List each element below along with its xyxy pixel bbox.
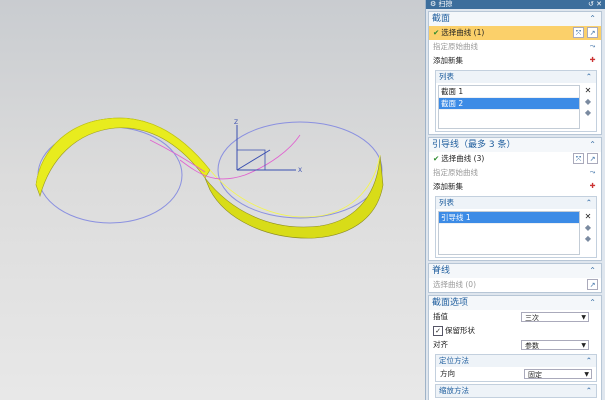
orientation-panel: 定位方法 ⌃ 方向 固定 ▼ xyxy=(435,354,597,382)
alignment-select[interactable]: 参数 ▼ xyxy=(521,340,589,350)
collapse-chevron-icon[interactable]: ⌃ xyxy=(589,138,596,152)
direction-row: 方向 固定 ▼ xyxy=(436,367,596,381)
move-up-icon[interactable]: ◆ xyxy=(582,96,594,107)
move-down-icon[interactable]: ◆ xyxy=(582,233,594,244)
select-curve-icon[interactable]: ↗ xyxy=(587,279,598,290)
section-select-curve-row[interactable]: ✔ 选择曲线 (1) ⤧ ↗ xyxy=(429,26,601,40)
guides-select-curve-label: 选择曲线 (3) xyxy=(441,154,485,163)
check-icon: ✔ xyxy=(433,154,440,163)
model-view: Z X xyxy=(35,117,384,239)
settings-icon[interactable]: ⚙ xyxy=(430,0,436,8)
section-add-new-set-row[interactable]: 添加新集 ✚ xyxy=(429,54,601,68)
sweep-dialog: ⚙ 扫掠 ↺ ✕ 截面 ⌃ ✔ 选择曲线 (1) ⤧ ↗ 指定原始曲线 ⤳ 添加新集… xyxy=(425,0,605,400)
interpolation-select[interactable]: 三次 ▼ xyxy=(521,312,589,322)
select-curve-icon[interactable]: ↗ xyxy=(587,153,598,164)
spine-select-curve-row[interactable]: 选择曲线 (0) ↗ xyxy=(429,278,601,292)
guides-specify-origin-label: 指定原始曲线 xyxy=(433,168,478,177)
section-listbox[interactable]: 截面 1 截面 2 xyxy=(438,85,580,129)
list-item[interactable]: 截面 2 xyxy=(439,98,579,110)
guides-list-label: 列表 xyxy=(439,198,454,207)
collapse-chevron-icon[interactable]: ⌃ xyxy=(586,355,592,367)
collapse-chevron-icon[interactable]: ⌃ xyxy=(586,385,592,397)
guides-add-new-set-row[interactable]: 添加新集 ✚ xyxy=(429,180,601,194)
dropdown-arrow-icon: ▼ xyxy=(581,314,586,321)
preserve-shape-label: 保留形状 xyxy=(445,326,475,335)
orientation-method-label: 定位方法 xyxy=(439,356,469,365)
guides-add-new-set-label: 添加新集 xyxy=(433,182,463,191)
scaling-panel: 缩放方法 ⌃ xyxy=(435,384,597,398)
check-icon: ✔ xyxy=(433,28,440,37)
scaling-method-label: 缩放方法 xyxy=(439,386,469,395)
alignment-label: 对齐 xyxy=(433,340,448,349)
curve-rule-icon[interactable]: ⤧ xyxy=(573,153,584,164)
list-chevron-icon[interactable]: ⌃ xyxy=(586,71,592,83)
guides-group-label: 引导线（最多 3 条） xyxy=(432,140,516,150)
dropdown-arrow-icon: ▼ xyxy=(581,342,586,349)
collapse-chevron-icon[interactable]: ⌃ xyxy=(589,296,596,310)
list-item[interactable]: 截面 1 xyxy=(439,86,579,98)
interpolation-row: 插值 三次 ▼ xyxy=(429,310,601,324)
dialog-title: 扫掠 xyxy=(438,0,453,8)
spine-group-label: 脊线 xyxy=(432,266,451,276)
origin-curve-icon[interactable]: ⤳ xyxy=(587,167,598,178)
section-add-new-set-label: 添加新集 xyxy=(433,56,463,65)
add-set-icon[interactable]: ✚ xyxy=(587,55,598,66)
origin-curve-icon[interactable]: ⤳ xyxy=(587,41,598,52)
spine-group: 脊线 ⌃ 选择曲线 (0) ↗ xyxy=(428,263,602,293)
dropdown-arrow-icon: ▼ xyxy=(584,371,589,378)
section-specify-origin-label: 指定原始曲线 xyxy=(433,42,478,51)
section-options-label: 截面选项 xyxy=(432,298,469,308)
collapse-chevron-icon[interactable]: ⌃ xyxy=(589,264,596,278)
guides-specify-origin-row[interactable]: 指定原始曲线 ⤳ xyxy=(429,166,601,180)
axis-z-label: Z xyxy=(234,119,238,126)
preserve-shape-checkbox[interactable]: ✓ xyxy=(433,326,443,336)
direction-select[interactable]: 固定 ▼ xyxy=(524,369,592,379)
axis-x-label: X xyxy=(298,167,302,174)
interpolation-label: 插值 xyxy=(433,312,448,321)
graphics-viewport[interactable]: Z X xyxy=(0,0,425,400)
select-curve-icon[interactable]: ↗ xyxy=(587,27,598,38)
section-list-panel: 列表 ⌃ 截面 1 截面 2 ✕ ◆ ◆ xyxy=(435,70,597,132)
section-specify-origin-row[interactable]: 指定原始曲线 ⤳ xyxy=(429,40,601,54)
list-chevron-icon[interactable]: ⌃ xyxy=(586,197,592,209)
wcs-triad: Z X xyxy=(234,119,302,174)
curve-rule-icon[interactable]: ⤧ xyxy=(573,27,584,38)
dialog-titlebar: ⚙ 扫掠 ↺ ✕ xyxy=(426,0,605,9)
add-set-icon[interactable]: ✚ xyxy=(587,181,598,192)
guides-group: 引导线（最多 3 条） ⌃ ✔ 选择曲线 (3) ⤧ ↗ 指定原始曲线 ⤳ 添加新集… xyxy=(428,137,602,261)
direction-label: 方向 xyxy=(440,369,455,378)
close-icon[interactable]: ✕ xyxy=(596,0,602,8)
spine-select-curve-label: 选择曲线 (0) xyxy=(433,280,477,289)
left-sweep-surface xyxy=(35,117,211,197)
collapse-chevron-icon[interactable]: ⌃ xyxy=(589,12,596,26)
guides-list-panel: 列表 ⌃ 引导线 1 ✕ ◆ ◆ xyxy=(435,196,597,258)
section-group: 截面 ⌃ ✔ 选择曲线 (1) ⤧ ↗ 指定原始曲线 ⤳ 添加新集 ✚ 列表 ⌃ 截面… xyxy=(428,11,602,135)
reset-icon[interactable]: ↺ xyxy=(588,0,594,8)
move-down-icon[interactable]: ◆ xyxy=(582,107,594,118)
preserve-shape-row[interactable]: ✓ 保留形状 xyxy=(429,324,601,338)
list-item[interactable]: 引导线 1 xyxy=(439,212,579,224)
guides-listbox[interactable]: 引导线 1 xyxy=(438,211,580,255)
section-options-group: 截面选项 ⌃ 插值 三次 ▼ ✓ 保留形状 对齐 参数 ▼ 定位方法 ⌃ 方向 固定 ▼ 缩… xyxy=(428,295,602,400)
section-group-label: 截面 xyxy=(432,14,451,24)
move-up-icon[interactable]: ◆ xyxy=(582,222,594,233)
section-list-label: 列表 xyxy=(439,72,454,81)
section-select-curve-label: 选择曲线 (1) xyxy=(441,28,485,37)
remove-icon[interactable]: ✕ xyxy=(582,211,594,222)
remove-icon[interactable]: ✕ xyxy=(582,85,594,96)
alignment-row: 对齐 参数 ▼ xyxy=(429,338,601,352)
guides-select-curve-row[interactable]: ✔ 选择曲线 (3) ⤧ ↗ xyxy=(429,152,601,166)
